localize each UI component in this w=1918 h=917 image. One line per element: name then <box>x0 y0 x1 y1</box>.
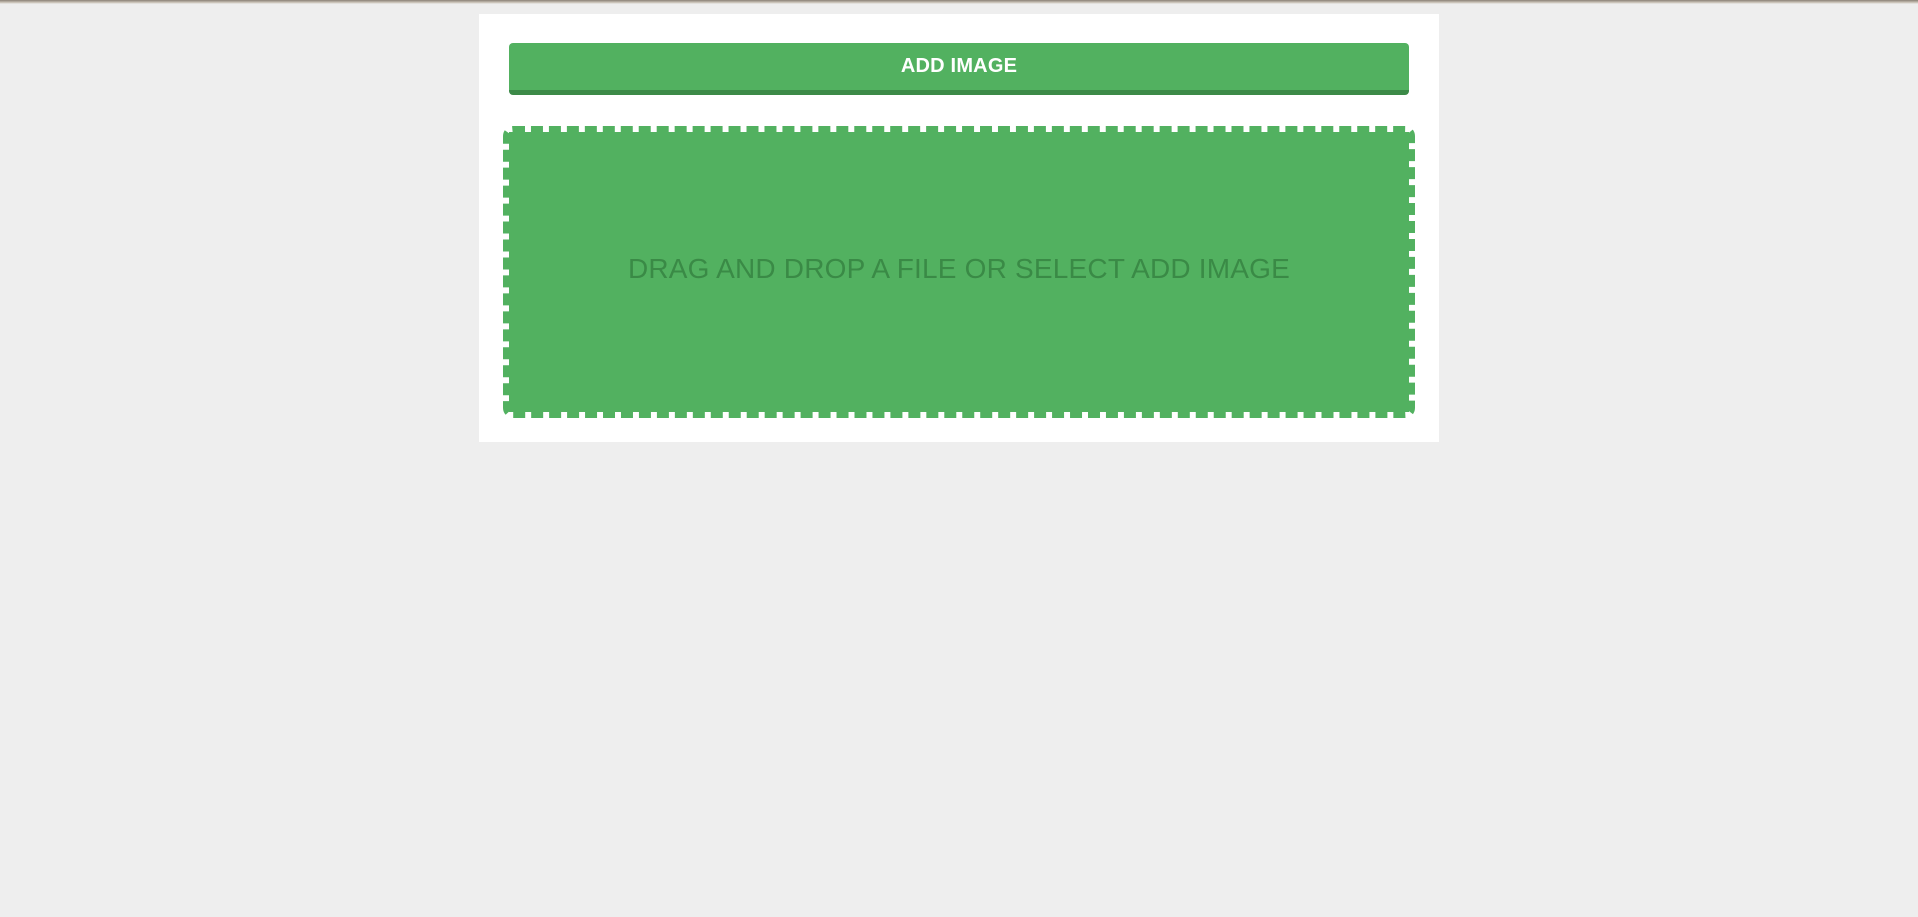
upload-panel: ADD IMAGE DRAG AND DROP A FILE OR SELECT… <box>479 14 1439 442</box>
window-top-edge <box>0 0 1918 4</box>
add-image-button[interactable]: ADD IMAGE <box>509 43 1409 95</box>
drop-zone[interactable]: DRAG AND DROP A FILE OR SELECT ADD IMAGE <box>509 132 1409 412</box>
drop-zone-instructions: DRAG AND DROP A FILE OR SELECT ADD IMAGE <box>627 253 1291 284</box>
